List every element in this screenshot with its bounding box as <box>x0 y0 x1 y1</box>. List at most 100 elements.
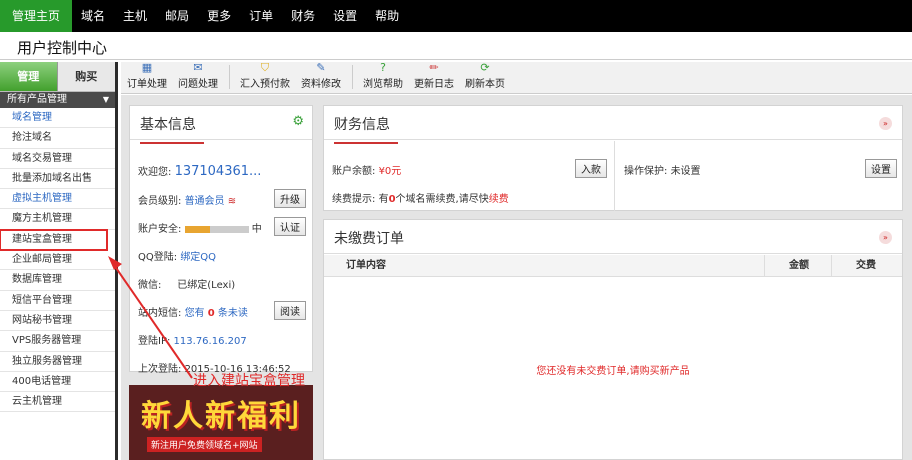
wechat-label: 微信: <box>138 280 162 291</box>
edit-doc-icon: ✎ <box>316 61 326 74</box>
nav-more[interactable]: 更多 <box>198 0 240 32</box>
empty-orders-message[interactable]: 您还没有未交费订单,请购买新产品 <box>324 362 902 377</box>
toolbar-orders-button[interactable]: ▦ 订单处理 <box>127 61 167 93</box>
balance-label: 账户余额: <box>332 166 376 177</box>
toolbar-label: 问题处理 <box>178 79 218 90</box>
sidebar: 管理 购买 所有产品管理 ▼ 域名管理 抢注域名 域名交易管理 批量添加域名出售 … <box>0 62 118 460</box>
nav-orders[interactable]: 订单 <box>240 0 282 32</box>
security-bar <box>184 225 249 233</box>
sidebar-item-sms[interactable]: 短信平台管理 <box>0 291 115 311</box>
toolbar-refresh-button[interactable]: ⟳ 刷新本页 <box>465 61 505 93</box>
security-row: 账户安全: 中 <box>138 220 262 235</box>
verify-button[interactable]: 认证 <box>274 217 306 236</box>
banner-subtitle: 新注用户免费领域名+网站 <box>147 437 262 452</box>
sidebar-item-domain-trade[interactable]: 域名交易管理 <box>0 149 115 169</box>
sidebar-item-enterprise-mail[interactable]: 企业邮局管理 <box>0 250 115 271</box>
title-bar: 用户控制中心 <box>0 32 912 60</box>
toolbar-label: 刷新本页 <box>465 79 505 90</box>
level-row: 会员级别: 普通会员 ≋ <box>138 192 236 207</box>
tab-buy[interactable]: 购买 <box>58 62 115 91</box>
member-level[interactable]: 普通会员 <box>185 196 225 207</box>
panel-header: 未缴费订单 » <box>324 220 902 258</box>
renew-count: 0 <box>388 194 396 205</box>
renew-label: 续费提示: <box>332 194 376 205</box>
help-icon: ? <box>380 61 386 74</box>
toolbar-divider <box>229 65 230 89</box>
ip-row: 登陆IP: 113.76.16.207 <box>138 332 247 347</box>
sidebar-item-batch-sale[interactable]: 批量添加域名出售 <box>0 169 115 190</box>
nav-home[interactable]: 管理主页 <box>0 0 73 32</box>
last-login-label: 上次登陆: <box>138 364 182 375</box>
orders-table-header: 订单内容 金额 交费 <box>324 255 902 277</box>
sidebar-list: 域名管理 抢注域名 域名交易管理 批量添加域名出售 虚拟主机管理 魔方主机管理 … <box>0 108 115 413</box>
finance-panel: 财务信息» 账户余额: ¥0元 入款 续费提示: 有0个域名需续费,请尽快续费 … <box>323 105 903 211</box>
sidebar-item-site-secretary[interactable]: 网站秘书管理 <box>0 311 115 332</box>
promo-banner[interactable]: 新人新福利 新注用户免费领域名+网站 <box>129 385 313 460</box>
renew-link[interactable]: 续费 <box>489 194 509 205</box>
toolbar-help-button[interactable]: ? 浏览帮助 <box>363 61 403 93</box>
sidebar-item-cloud-host[interactable]: 云主机管理 <box>0 392 115 413</box>
more-icon[interactable]: » <box>879 117 892 130</box>
panel-header: 基本信息 ⚙ <box>130 106 312 144</box>
toolbar-changelog-button[interactable]: ✏ 更新日志 <box>414 61 454 93</box>
security-level: 中 <box>251 224 262 235</box>
sidebar-header[interactable]: 所有产品管理 ▼ <box>0 92 115 108</box>
protect-row: 操作保护: 未设置 <box>624 162 701 177</box>
shield-icon: ⛉ <box>260 61 270 74</box>
annotation-text: 进入建站宝盒管理 <box>193 373 305 389</box>
calendar-icon: ▦ <box>141 61 153 74</box>
top-navigation: 管理主页 域名 主机 邮局 更多 订单 财务 设置 帮助 <box>0 0 912 32</box>
nav-host[interactable]: 主机 <box>114 0 156 32</box>
sidebar-item-database[interactable]: 数据库管理 <box>0 270 115 291</box>
sidebar-item-dedicated[interactable]: 独立服务器管理 <box>0 352 115 372</box>
sidebar-item-cube-host[interactable]: 魔方主机管理 <box>0 209 115 230</box>
col-divider <box>831 255 832 277</box>
wechat-row: 微信: 已绑定(Lexi) <box>138 276 235 291</box>
nav-help[interactable]: 帮助 <box>366 0 408 32</box>
security-label: 账户安全: <box>138 224 182 235</box>
sidebar-item-vps[interactable]: VPS服务器管理 <box>0 331 115 352</box>
protect-value: 未设置 <box>670 166 701 177</box>
renew-row: 续费提示: 有0个域名需续费,请尽快续费 <box>332 190 509 205</box>
read-button[interactable]: 阅读 <box>274 301 306 320</box>
unpaid-orders-panel: 未缴费订单 » 订单内容 金额 交费 您还没有未交费订单,请购买新产品 <box>323 219 903 460</box>
sidebar-item-400-phone[interactable]: 400电话管理 <box>0 372 115 393</box>
qq-label: QQ登陆: <box>138 252 178 263</box>
toolbar-prepay-button[interactable]: ⛉ 汇入预付款 <box>240 61 290 93</box>
bind-qq-link[interactable]: 绑定QQ <box>180 252 216 263</box>
rank-icon: ≋ <box>227 196 237 207</box>
content-area: 基本信息 ⚙ 欢迎您: 137104361... 会员级别: 普通会员 ≋ 升级 … <box>121 95 912 460</box>
sidebar-item-site-builder[interactable]: 建站宝盒管理 <box>0 228 108 252</box>
deposit-button[interactable]: 入款 <box>575 159 607 178</box>
toolbar-label: 汇入预付款 <box>240 79 290 90</box>
nav-settings[interactable]: 设置 <box>324 0 366 32</box>
toolbar: ▦ 订单处理 ✉ 问题处理 ⛉ 汇入预付款 ✎ 资料修改 ? 浏览帮助 ✏ 更新日志 ⟳ 刷新… <box>121 61 912 94</box>
nav-finance[interactable]: 财务 <box>282 0 324 32</box>
sidebar-tabs: 管理 购买 <box>0 62 115 92</box>
nav-mail[interactable]: 邮局 <box>156 0 198 32</box>
toolbar-issues-button[interactable]: ✉ 问题处理 <box>178 61 218 93</box>
more-icon[interactable]: » <box>879 231 892 244</box>
sidebar-item-snap-domain[interactable]: 抢注域名 <box>0 128 115 149</box>
panel-title: 财务信息 <box>334 114 398 144</box>
refresh-icon: ⟳ <box>480 61 490 74</box>
toolbar-profile-button[interactable]: ✎ 资料修改 <box>301 61 341 93</box>
sidebar-item-virtual-host[interactable]: 虚拟主机管理 <box>0 189 115 210</box>
banner-title: 新人新福利 <box>141 399 301 434</box>
gear-icon[interactable]: ⚙ <box>292 114 304 129</box>
chat-icon: ✉ <box>193 61 203 74</box>
sidebar-item-domain[interactable]: 域名管理 <box>0 108 115 129</box>
nav-domain[interactable]: 域名 <box>72 0 114 32</box>
sms-count: 0 <box>207 308 215 319</box>
qq-row: QQ登陆: 绑定QQ <box>138 248 216 263</box>
page-title: 用户控制中心 <box>17 39 108 57</box>
sidebar-header-label: 所有产品管理 <box>7 94 67 105</box>
renew-text: 个域名需续费,请尽快 <box>395 194 489 205</box>
security-bar-fill <box>184 225 211 233</box>
upgrade-button[interactable]: 升级 <box>274 189 306 208</box>
settings-button[interactable]: 设置 <box>865 159 897 178</box>
protect-label: 操作保护: <box>624 166 668 177</box>
tab-manage[interactable]: 管理 <box>0 62 58 91</box>
finance-divider <box>614 141 615 211</box>
caret-down-icon: ▼ <box>102 95 109 104</box>
